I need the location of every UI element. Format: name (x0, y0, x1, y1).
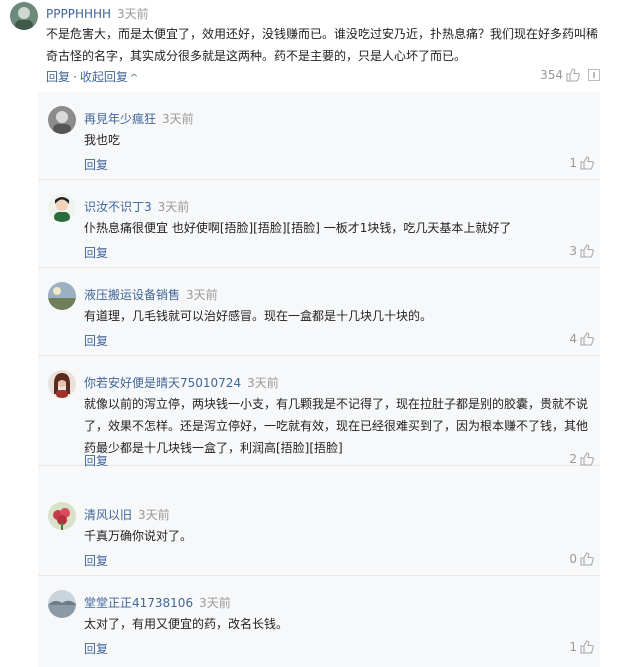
reply-text: 千真万确你说对了。 (84, 529, 193, 543)
avatar[interactable] (48, 370, 76, 398)
avatar[interactable] (10, 2, 38, 30)
timestamp: 3天前 (199, 596, 231, 610)
reply-header: 液压搬运设备销售 3天前 (84, 286, 218, 303)
collapse-replies-label: 收起回复 (79, 70, 128, 84)
reply-button[interactable]: 回复 (84, 640, 108, 657)
reply-item: 液压搬运设备销售 3天前 有道理，几毛钱就可以治好感冒。现在一盒都是十几块几十块的… (38, 268, 600, 356)
avatar[interactable] (48, 106, 76, 134)
timestamp: 3天前 (157, 200, 190, 214)
thumbs-up-icon[interactable] (580, 244, 594, 258)
like-count: 3 (569, 244, 577, 258)
like-count: 4 (569, 332, 577, 346)
reply-text: 仆热息痛很便宜 也好使啊[捂脸][捂脸][捂脸] 一板才1块钱，吃几天基本上就好… (84, 221, 512, 235)
like-area: 0 (569, 552, 594, 566)
avatar[interactable] (48, 590, 76, 618)
like-area: 1 (569, 156, 594, 170)
reply-button[interactable]: 回复 (84, 332, 108, 349)
reply-item: 清风以旧 3天前 千真万确你说对了。 回复 0 (38, 488, 600, 576)
top-comment: PPPPHHHH 3天前 不是危害大，而是太便宜了，效用还好，没钱赚而已。谁没吃过… (10, 0, 600, 94)
like-count: 0 (569, 552, 577, 566)
reply-button[interactable]: 回复 (84, 156, 108, 173)
reply-header: 你若安好便是晴天75010724 3天前 (84, 374, 279, 391)
reply-header: 再見年少瘋狂 3天前 (84, 110, 194, 127)
username[interactable]: 液压搬运设备销售 (84, 288, 180, 302)
username[interactable]: 再見年少瘋狂 (84, 112, 156, 126)
thumbs-up-icon[interactable] (580, 156, 594, 170)
reply-header: 识汝不识丁3 3天前 (84, 198, 189, 215)
comment-actions: 回复 · 收起回复 ^ (46, 68, 138, 85)
thumbs-up-icon[interactable] (580, 452, 594, 466)
reply-button[interactable]: 回复 (84, 244, 108, 261)
username[interactable]: 堂堂正正41738106 (84, 596, 193, 610)
reply-text: 太对了，有用又便宜的药，改名长钱。 (84, 617, 289, 631)
comment-text: 不是危害大，而是太便宜了，效用还好，没钱赚而已。谁没吃过安乃近，扑热息痛？我们现… (46, 27, 599, 63)
username[interactable]: 你若安好便是晴天75010724 (84, 376, 241, 390)
like-count: 354 (540, 68, 563, 82)
reply-text: 有道理，几毛钱就可以治好感冒。现在一盒都是十几块几十块的。 (84, 309, 433, 323)
thumbs-up-icon[interactable] (580, 332, 594, 346)
username[interactable]: 清风以旧 (84, 508, 132, 522)
reply-item: 你若安好便是晴天75010724 3天前 就像以前的泻立停，两块钱一小支，有几颗我… (38, 356, 600, 469)
like-area: 2 (569, 452, 594, 466)
thumbs-up-icon[interactable] (580, 640, 594, 654)
collapse-replies-button[interactable]: 收起回复 ^ (80, 70, 138, 84)
like-area: 3 (569, 244, 594, 258)
like-count: 2 (569, 452, 577, 466)
avatar[interactable] (48, 194, 76, 222)
reply-button[interactable]: 回复 (84, 452, 108, 469)
comment-header: PPPPHHHH 3天前 (46, 5, 149, 22)
like-area: 4 (569, 332, 594, 346)
timestamp: 3天前 (117, 7, 149, 21)
timestamp: 3天前 (162, 112, 194, 126)
username[interactable]: PPPPHHHH (46, 7, 111, 21)
reply-header: 堂堂正正41738106 3天前 (84, 594, 231, 611)
chevron-up-icon: ^ (129, 73, 139, 84)
timestamp: 3天前 (247, 376, 279, 390)
timestamp: 3天前 (186, 288, 218, 302)
reply-text: 就像以前的泻立停，两块钱一小支，有几颗我是不记得了，现在拉肚子都是别的胶囊，贵就… (84, 397, 589, 455)
like-count: 1 (569, 640, 577, 654)
like-area: 354 (540, 68, 600, 82)
username[interactable]: 识汝不识丁3 (84, 200, 152, 214)
thumbs-up-icon[interactable] (566, 68, 580, 82)
reply-header: 清风以旧 3天前 (84, 506, 170, 523)
timestamp: 3天前 (138, 508, 170, 522)
avatar[interactable] (48, 282, 76, 310)
reply-list: 再見年少瘋狂 3天前 我也吃 回复 1 识汝不识丁3 3天前 仆热息痛很便宜 也好使… (38, 92, 600, 667)
reply-item: 堂堂正正41738106 3天前 太对了，有用又便宜的药，改名长钱。 回复 1 (38, 576, 600, 664)
reply-item: 再見年少瘋狂 3天前 我也吃 回复 1 (38, 92, 600, 180)
like-count: 1 (569, 156, 577, 170)
reply-button[interactable]: 回复 (84, 552, 108, 569)
reply-button[interactable]: 回复 (46, 70, 70, 84)
reply-item: 识汝不识丁3 3天前 仆热息痛很便宜 也好使啊[捂脸][捂脸][捂脸] 一板才1块… (38, 180, 600, 268)
separator: · (73, 70, 77, 84)
report-icon[interactable] (588, 69, 600, 81)
thumbs-up-icon[interactable] (580, 552, 594, 566)
reply-text: 我也吃 (84, 133, 121, 147)
avatar[interactable] (48, 502, 76, 530)
like-area: 1 (569, 640, 594, 654)
